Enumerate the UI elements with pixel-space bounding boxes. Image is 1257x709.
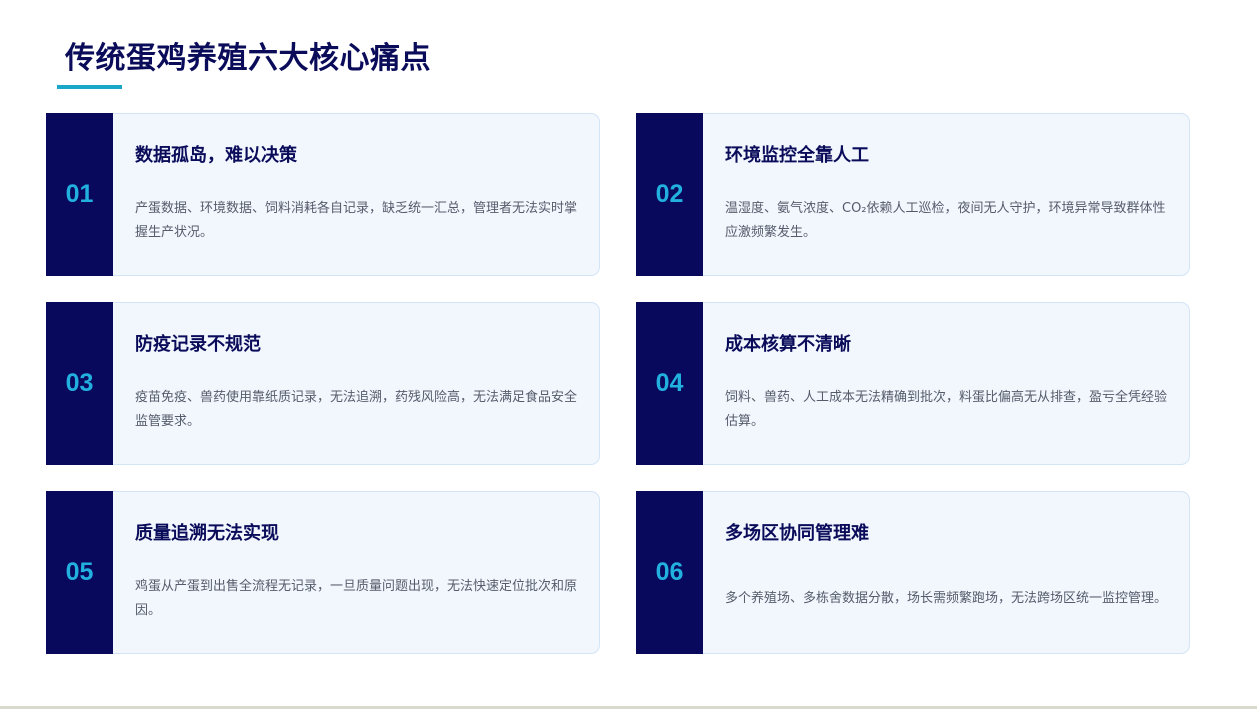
pain-point-card-04: 04 成本核算不清晰 饲料、兽药、人工成本无法精确到批次，料蛋比偏高无从排查，盈… [636,301,1190,465]
title-underline [57,85,122,89]
page-title: 传统蛋鸡养殖六大核心痛点 [65,41,431,76]
pain-point-card-01: 01 数据孤岛，难以决策 产蛋数据、环境数据、饲料消耗各自记录，缺乏统一汇总，管… [46,112,600,276]
number-badge: 02 [636,112,703,276]
card-number: 05 [65,557,94,586]
pain-point-card-02: 02 环境监控全靠人工 温湿度、氨气浓度、CO₂依赖人工巡检，夜间无人守护，环境… [636,112,1190,276]
card-title: 成本核算不清晰 [725,334,851,355]
number-badge: 06 [636,490,703,654]
card-number: 01 [65,179,94,208]
card-title: 质量追溯无法实现 [135,523,279,544]
pain-point-card-05: 05 质量追溯无法实现 鸡蛋从产蛋到出售全流程无记录，一旦质量问题出现，无法快速… [46,490,600,654]
number-badge: 03 [46,301,113,465]
card-number: 02 [655,179,684,208]
card-title: 数据孤岛，难以决策 [135,145,297,166]
number-badge: 01 [46,112,113,276]
number-badge: 05 [46,490,113,654]
pain-point-card-06: 06 多场区协同管理难 多个养殖场、多栋舍数据分散，场长需频繁跑场，无法跨场区统… [636,490,1190,654]
pain-point-card-03: 03 防疫记录不规范 疫苗免疫、兽药使用靠纸质记录，无法追溯，药残风险高，无法满… [46,301,600,465]
number-badge: 04 [636,301,703,465]
card-description: 温湿度、氨气浓度、CO₂依赖人工巡检，夜间无人守护，环境异常导致群体性应激频繁发… [725,201,1166,240]
card-description: 饲料、兽药、人工成本无法精确到批次，料蛋比偏高无从排查，盈亏全凭经验估算。 [725,390,1168,429]
card-number: 04 [655,368,684,397]
card-description: 疫苗免疫、兽药使用靠纸质记录，无法追溯，药残风险高，无法满足食品安全监管要求。 [135,390,578,429]
card-title: 防疫记录不规范 [135,334,261,355]
card-number: 06 [655,557,684,586]
card-title: 环境监控全靠人工 [725,145,869,166]
card-title: 多场区协同管理难 [725,523,869,544]
card-description: 多个养殖场、多栋舍数据分散，场长需频繁跑场，无法跨场区统一监控管理。 [725,591,1168,606]
card-number: 03 [65,368,94,397]
card-description: 产蛋数据、环境数据、饲料消耗各自记录，缺乏统一汇总，管理者无法实时掌握生产状况。 [135,201,578,240]
card-description: 鸡蛋从产蛋到出售全流程无记录，一旦质量问题出现，无法快速定位批次和原因。 [135,579,578,618]
